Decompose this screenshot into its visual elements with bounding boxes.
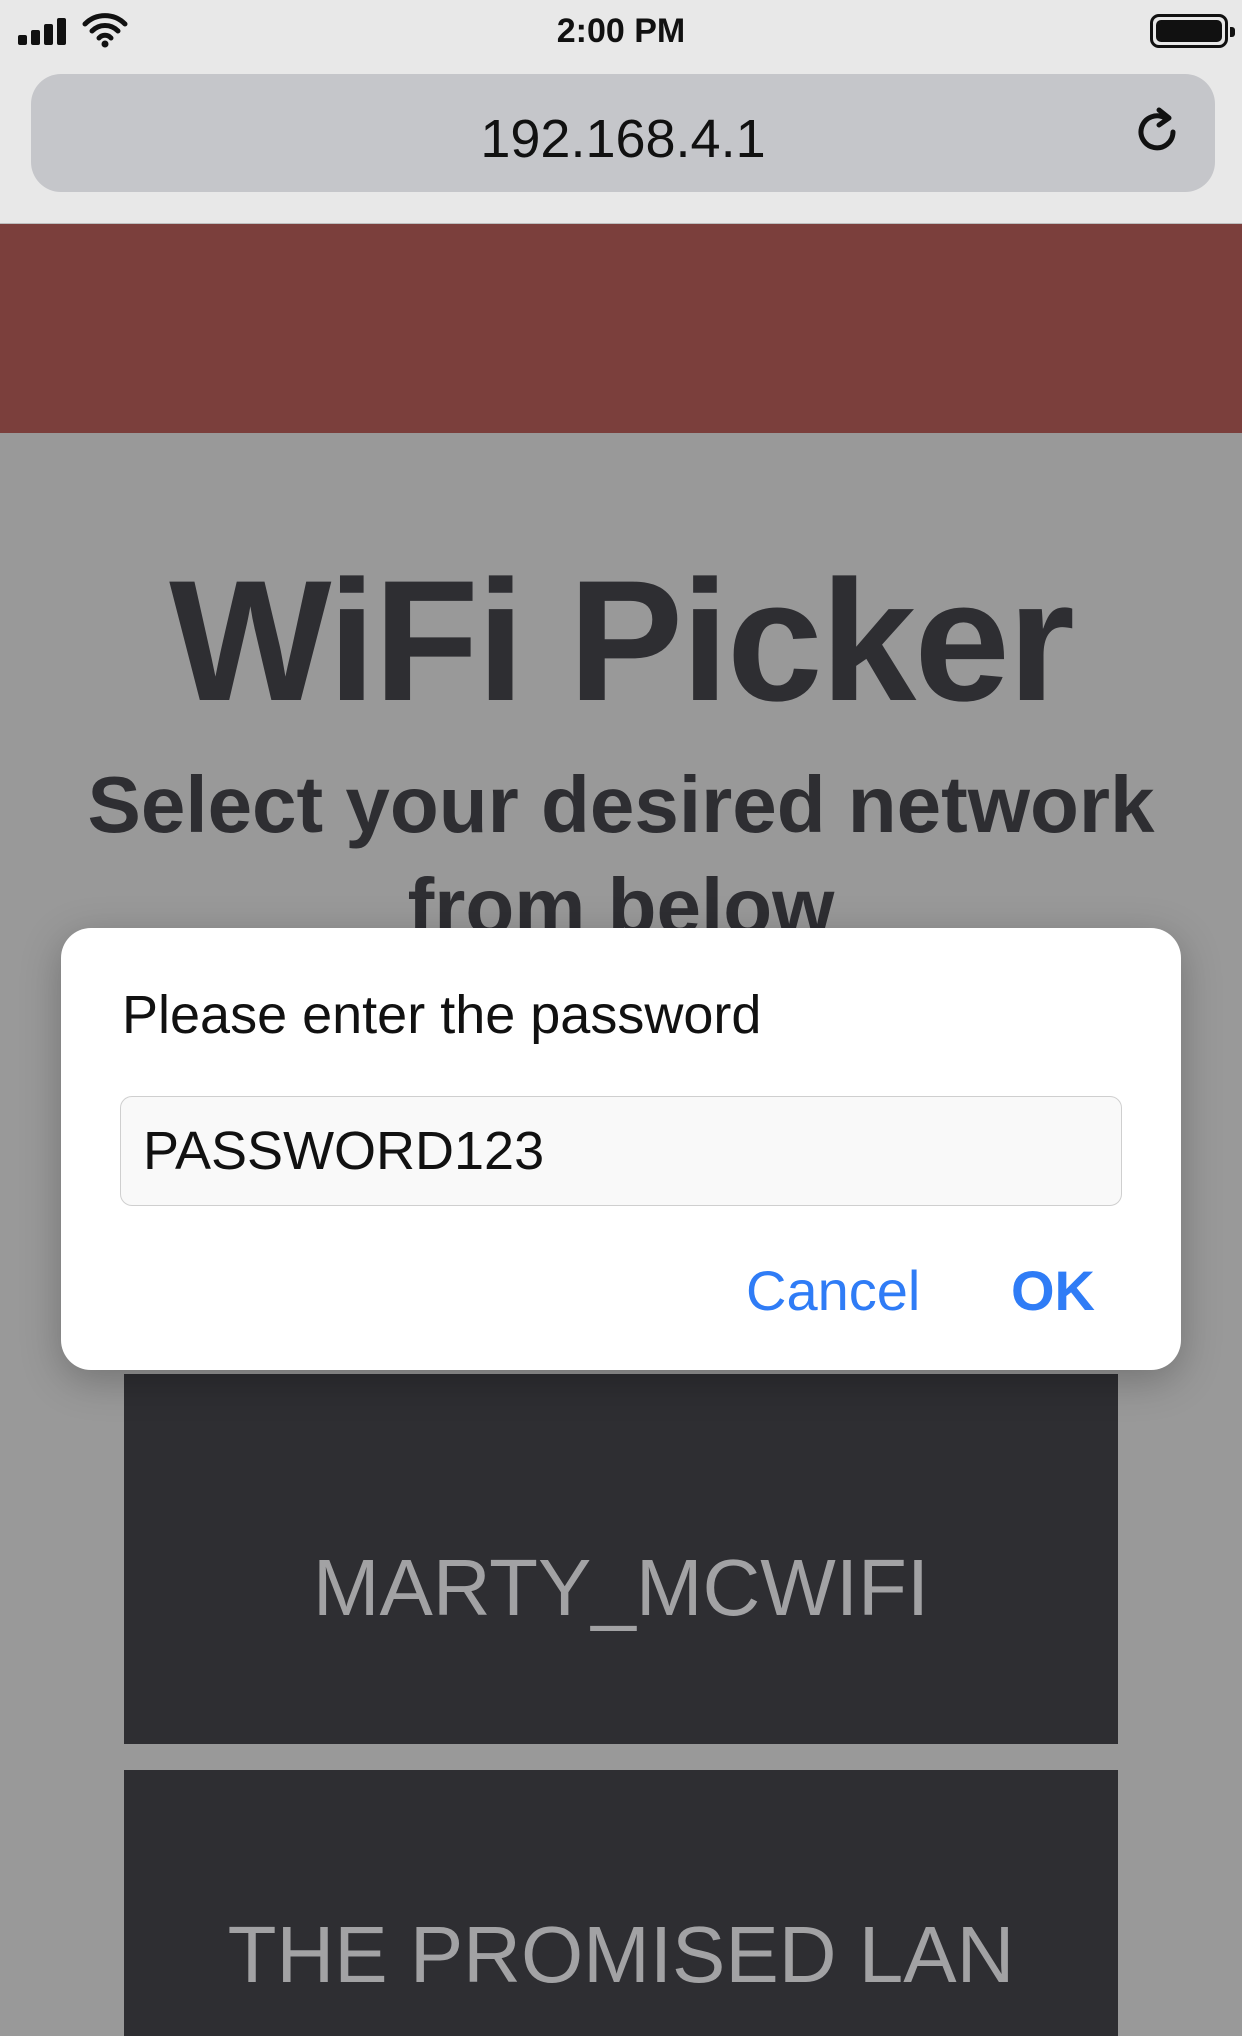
password-dialog: Please enter the password Cancel OK	[61, 928, 1181, 1370]
battery-full-icon	[1150, 14, 1235, 48]
address-bar[interactable]: 192.168.4.1	[31, 74, 1215, 192]
ok-button[interactable]: OK	[1011, 1258, 1095, 1323]
header-banner	[0, 224, 1242, 433]
network-button[interactable]: MARTY_MCWIFI	[124, 1432, 1118, 1744]
password-input[interactable]	[120, 1096, 1122, 1206]
network-button[interactable]: THE PROMISED LAN	[124, 1770, 1118, 2036]
reload-icon[interactable]	[1129, 104, 1185, 160]
status-time: 2:00 PM	[556, 12, 686, 50]
url-text[interactable]: 192.168.4.1	[31, 108, 1215, 170]
cancel-button[interactable]: Cancel	[746, 1258, 920, 1323]
page-title: WiFi Picker	[169, 545, 1075, 737]
browser-toolbar: 192.168.4.1	[0, 62, 1242, 224]
status-bar: 2:00 PM	[0, 0, 1242, 62]
dialog-prompt: Please enter the password	[122, 985, 762, 1045]
